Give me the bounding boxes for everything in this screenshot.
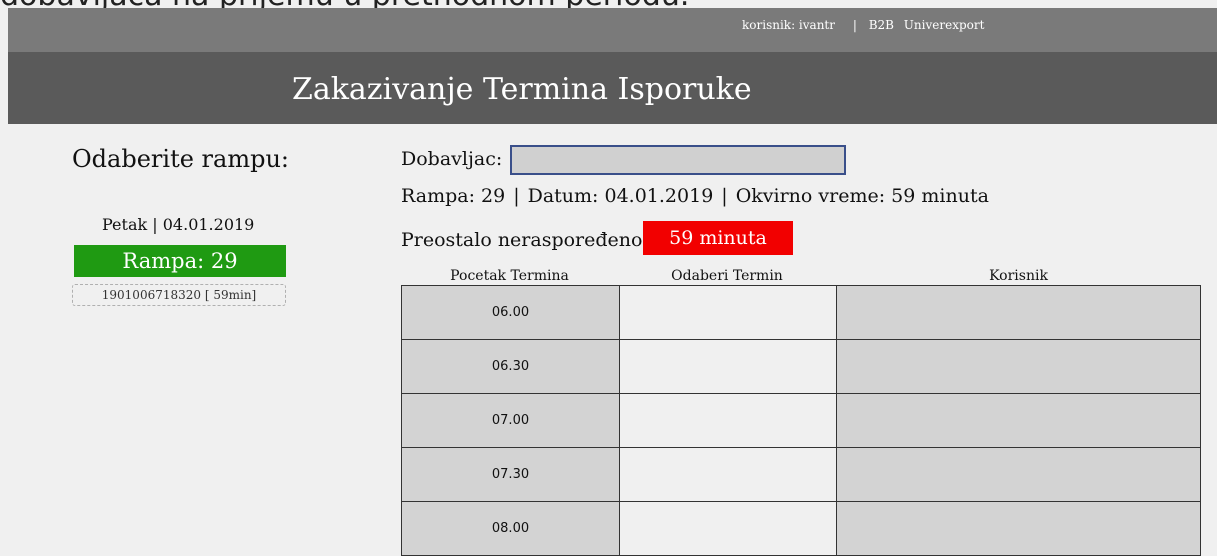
ramp-panel: Odaberite rampu: Petak | 04.01.2019 Ramp… xyxy=(60,145,305,306)
page-title: Zakazivanje Termina Isporuke xyxy=(292,72,752,107)
okvirno-info: Okvirno vreme: 59 minuta xyxy=(735,185,989,207)
col-header-pocetak: Pocetak Termina xyxy=(450,268,569,284)
table-row: 06.30 xyxy=(401,340,1201,394)
table-row: 07.00 xyxy=(401,394,1201,448)
slot-select-cell[interactable] xyxy=(619,448,836,501)
col-header-odaberi: Odaberi Termin xyxy=(671,268,783,284)
dobavljac-input[interactable] xyxy=(510,145,846,175)
table-row: 08.00 xyxy=(401,502,1201,556)
slot-user-cell xyxy=(836,448,1201,501)
table-header: Pocetak Termina Odaberi Termin Korisnik xyxy=(401,268,1201,286)
slot-time: 08.00 xyxy=(401,502,619,555)
rampa-button[interactable]: Rampa: 29 xyxy=(74,245,286,277)
rampa-info: Rampa: 29 xyxy=(401,185,506,207)
preostalo-badge: 59 minuta xyxy=(643,221,793,255)
ramp-heading: Odaberite rampu: xyxy=(72,145,289,173)
datum-info: Datum: 04.01.2019 xyxy=(527,185,714,207)
page-header: Zakazivanje Termina Isporuke xyxy=(8,52,1217,124)
slot-table: 06.00 06.30 07.00 07.30 08.00 xyxy=(401,285,1201,556)
slot-time: 07.30 xyxy=(401,448,619,501)
slot-time: 07.00 xyxy=(401,394,619,447)
user-link[interactable]: korisnik: ivantr xyxy=(742,18,835,32)
company-link[interactable]: Univerexport xyxy=(904,18,985,32)
col-header-korisnik: Korisnik xyxy=(989,268,1048,284)
dobavljac-label: Dobavljac: xyxy=(401,148,503,170)
slot-select-cell[interactable] xyxy=(619,394,836,447)
slot-user-cell xyxy=(836,286,1201,339)
table-row: 06.00 xyxy=(401,286,1201,340)
separator: | xyxy=(513,185,520,207)
booking-info: Rampa: 29 | Datum: 04.01.2019 | Okvirno vrem… xyxy=(401,185,989,207)
slot-user-cell xyxy=(836,394,1201,447)
top-bar-links: korisnik: ivantr | B2B Univerexport xyxy=(742,18,990,32)
slot-user-cell xyxy=(836,340,1201,393)
slot-time: 06.00 xyxy=(401,286,619,339)
day-label: Petak | 04.01.2019 xyxy=(102,215,255,234)
separator: | xyxy=(721,185,728,207)
slot-select-cell[interactable] xyxy=(619,502,836,555)
slot-time: 06.30 xyxy=(401,340,619,393)
slot-select-cell[interactable] xyxy=(619,340,836,393)
order-chip[interactable]: 1901006718320 [ 59min] xyxy=(72,284,286,306)
b2b-link[interactable]: B2B xyxy=(869,18,894,32)
table-row: 07.30 xyxy=(401,448,1201,502)
separator: | xyxy=(852,18,857,32)
preostalo-label: Preostalo neraspoređeno: xyxy=(401,229,649,251)
top-bar: korisnik: ivantr | B2B Univerexport xyxy=(8,8,1217,52)
slot-user-cell xyxy=(836,502,1201,555)
slot-select-cell[interactable] xyxy=(619,286,836,339)
